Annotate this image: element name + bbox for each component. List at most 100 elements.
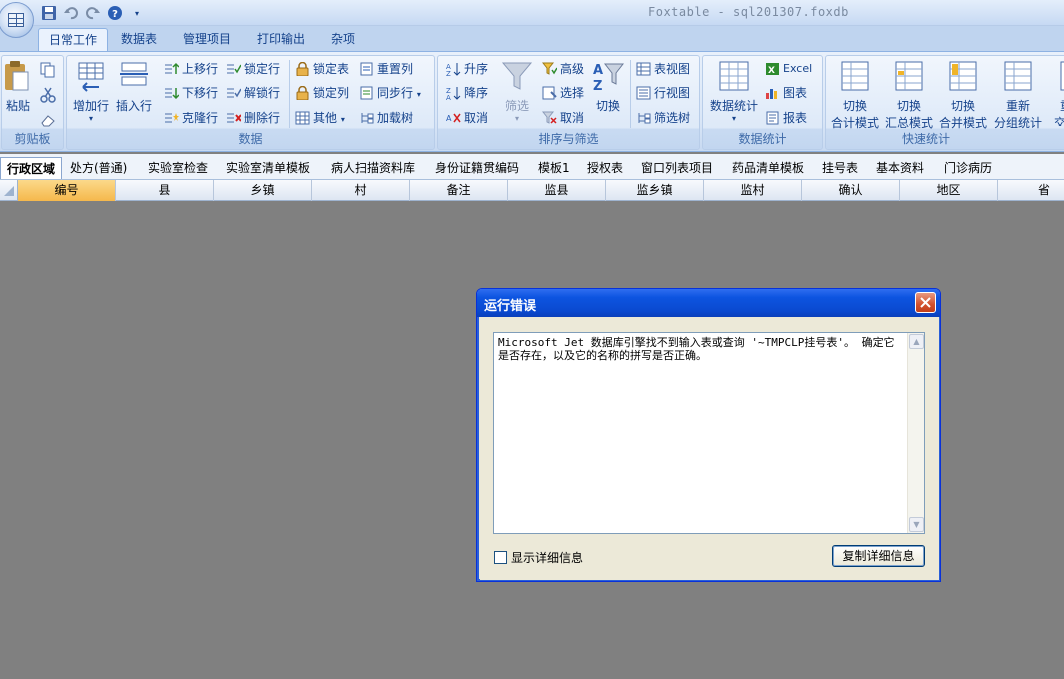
show-details-option[interactable]: 显示详细信息 (494, 549, 583, 566)
sheet-tab-lab-test[interactable]: 实验室检查 (142, 157, 214, 179)
move-row-down-button[interactable]: 下移行 (162, 82, 218, 104)
column-header[interactable]: 监乡镇 (606, 180, 704, 201)
move-down-icon (165, 88, 179, 100)
excel-icon: X (766, 63, 779, 76)
data-stats-button[interactable]: 数据统计 ▾ (705, 60, 763, 126)
column-header[interactable]: 村 (312, 180, 410, 201)
move-row-up-button[interactable]: 上移行 (162, 58, 218, 80)
save-icon[interactable] (40, 4, 58, 22)
sheet-tab-window-list-items[interactable]: 窗口列表项目 (635, 157, 719, 179)
column-header[interactable]: 乡镇 (214, 180, 312, 201)
filter-button[interactable]: 筛选 ▾ (498, 60, 536, 126)
sheet-tab-bar: 行政区域 处方(普通) 实验室检查 实验室清单模板 病人扫描资料库 身份证籍贯编… (0, 154, 1064, 180)
error-message-box[interactable]: Microsoft Jet 数据库引擎找不到输入表或查询 '~TMPCLP挂号表… (493, 332, 925, 534)
error-message: Microsoft Jet 数据库引擎找不到输入表或查询 '~TMPCLP挂号表… (498, 336, 895, 362)
help-icon[interactable]: ? (106, 4, 124, 22)
sheet-tab-prescription[interactable]: 处方(普通) (64, 157, 133, 179)
paste-button[interactable]: 粘贴 (2, 60, 34, 126)
tab-print-output[interactable]: 打印输出 (247, 28, 315, 52)
insert-row-button[interactable]: 插入行 (113, 60, 155, 126)
toggle-total-mode-button[interactable]: 切换 合计模式 (828, 60, 882, 130)
column-header[interactable]: 监村 (704, 180, 802, 201)
redo-icon[interactable] (84, 4, 102, 22)
grid-header-row: 编号 县 乡镇 村 备注 监县 监乡镇 监村 确认 地区 省 (0, 180, 1064, 201)
copy-icon[interactable] (40, 62, 56, 81)
load-tree-button[interactable]: 加载树 (357, 107, 413, 129)
sheet-tab-basic-info[interactable]: 基本资料 (870, 157, 930, 179)
filter-tree-button[interactable]: 筛选树 (634, 107, 690, 129)
column-header[interactable]: 地区 (900, 180, 998, 201)
add-row-button[interactable]: 增加行 ▾ (69, 60, 113, 126)
customize-toolbar-icon[interactable]: ▾ (128, 4, 146, 22)
scroll-up-icon[interactable]: ▲ (909, 334, 924, 349)
svg-text:X: X (768, 66, 775, 76)
sort-ascending-button[interactable]: A Z 升序 (444, 58, 488, 80)
advanced-filter-button[interactable]: 高级 (540, 58, 584, 80)
svg-text:Z: Z (593, 79, 602, 92)
sheet-tab-lab-list-template[interactable]: 实验室清单模板 (220, 157, 316, 179)
sheet-tab-authorization[interactable]: 授权表 (581, 157, 629, 179)
vertical-scrollbar[interactable]: ▲ ▼ (907, 333, 924, 533)
row-view-button[interactable]: 行视图 (634, 82, 690, 104)
chart-button[interactable]: 图表 (763, 82, 807, 104)
show-details-label: 显示详细信息 (511, 551, 584, 565)
select-all-corner[interactable] (0, 180, 18, 201)
column-header[interactable]: 监县 (508, 180, 606, 201)
dialog-title-bar[interactable]: 运行错误 (477, 289, 940, 317)
reset-column-button[interactable]: 重置列 (357, 58, 413, 80)
tab-misc[interactable]: 杂项 (321, 28, 365, 52)
copy-details-button[interactable]: 复制详细信息 (832, 545, 925, 567)
scroll-down-icon[interactable]: ▼ (909, 517, 924, 532)
column-header[interactable]: 确认 (802, 180, 900, 201)
select-filter-button[interactable]: 选择 (540, 82, 584, 104)
sync-row-button[interactable]: 同步行 ▾ (357, 82, 421, 104)
sheet-tab-id-origin-code[interactable]: 身份证籍贯编码 (429, 157, 525, 179)
cut-icon[interactable] (40, 87, 56, 106)
toggle-button[interactable]: AZ 切换 (588, 60, 628, 126)
cancel-filter-button[interactable]: 取消 (540, 107, 584, 129)
cross-stats-icon (1060, 61, 1064, 91)
tab-manage-project[interactable]: 管理项目 (173, 28, 241, 52)
sheet-tab-outpatient-records[interactable]: 门诊病历 (938, 157, 998, 179)
unlock-row-icon (227, 88, 241, 98)
delete-row-button[interactable]: 删除行 (224, 107, 280, 129)
report-button[interactable]: 报表 (763, 107, 807, 129)
sheet-tab-admin-region[interactable]: 行政区域 (0, 157, 63, 179)
lock-row-button[interactable]: 锁定行 (224, 58, 280, 80)
sheet-tab-patient-scans[interactable]: 病人扫描资料库 (325, 157, 421, 179)
tab-daily-work[interactable]: 日常工作 (38, 28, 109, 52)
sort-descending-icon: ZA (446, 87, 461, 100)
svg-text:?: ? (112, 9, 118, 20)
lock-column-button[interactable]: 锁定列 (293, 82, 349, 104)
column-header[interactable]: 备注 (410, 180, 508, 201)
undo-icon[interactable] (62, 4, 80, 22)
sheet-tab-registration[interactable]: 挂号表 (816, 157, 864, 179)
sort-descending-button[interactable]: Z A 降序 (444, 82, 488, 104)
close-button[interactable] (915, 292, 936, 313)
data-stats-group: 数据统计 ▾ X Excel 图表 报表 数据统计 (702, 55, 823, 150)
lock-icon (296, 86, 309, 100)
reset-column-icon (360, 62, 373, 76)
unlock-row-button[interactable]: 解锁行 (224, 82, 280, 104)
clone-row-button[interactable]: 克隆行 (162, 107, 218, 129)
toggle-summary-mode-button[interactable]: 切换 汇总模式 (882, 60, 936, 130)
total-mode-icon (841, 61, 869, 91)
eraser-icon[interactable] (40, 112, 56, 131)
cross-stats-button[interactable]: 重交叉 (1046, 60, 1064, 126)
sheet-tab-template1[interactable]: 模板1 (532, 157, 576, 179)
column-header[interactable]: 编号 (18, 180, 116, 201)
show-details-checkbox[interactable] (494, 551, 507, 564)
lock-table-button[interactable]: 锁定表 (293, 58, 349, 80)
column-header[interactable]: 县 (116, 180, 214, 201)
other-dropdown[interactable]: 其他 ▾ (293, 107, 345, 129)
toggle-merge-mode-button[interactable]: 切换 合并模式 (936, 60, 990, 130)
column-header[interactable]: 省 (998, 180, 1064, 201)
app-logo-icon (8, 13, 24, 27)
table-view-button[interactable]: 表视图 (634, 58, 690, 80)
tab-data-table[interactable]: 数据表 (111, 28, 167, 52)
sheet-tab-drug-list-template[interactable]: 药品清单模板 (726, 157, 810, 179)
quick-stats-group: 切换合计模式 切换汇总模式 切换合并模式 重新分组统计 重交叉 快速统计 (825, 55, 1064, 150)
regroup-stats-button[interactable]: 重新 分组统计 (990, 60, 1046, 130)
cancel-sort-button[interactable]: A 取消 (444, 107, 488, 129)
excel-button[interactable]: X Excel (763, 58, 812, 80)
